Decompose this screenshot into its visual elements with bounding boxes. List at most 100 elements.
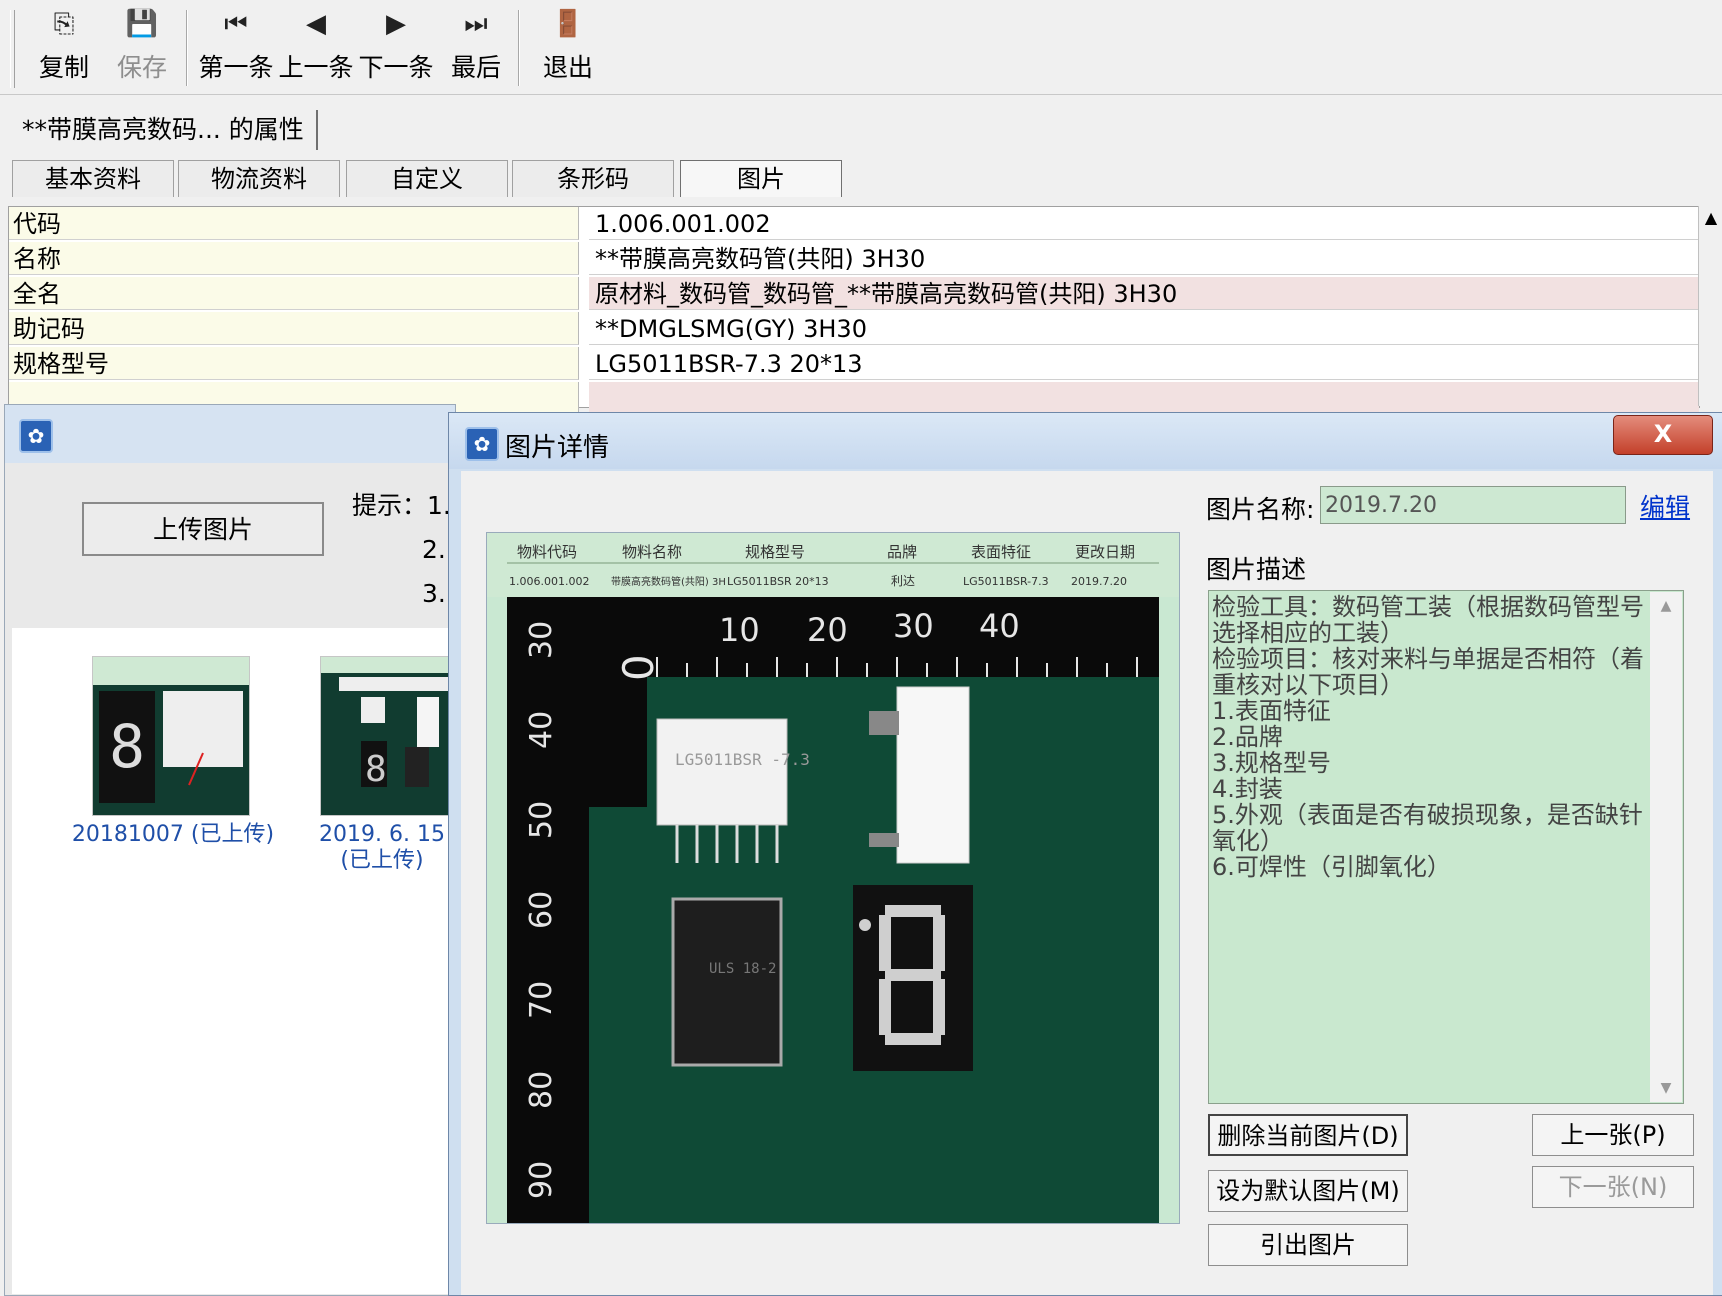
upload-picture-button[interactable]: 上传图片 bbox=[82, 502, 324, 556]
last-record-button[interactable]: ⏭ 最后 bbox=[446, 6, 506, 88]
property-key: 全名 bbox=[9, 277, 579, 310]
first-icon: ⏮ bbox=[224, 9, 248, 39]
photo-header: 更改日期 bbox=[1075, 543, 1135, 561]
toolbar-separator bbox=[186, 10, 188, 86]
thumbnail-photo: 8 bbox=[321, 657, 455, 790]
photo-header: 规格型号 bbox=[745, 543, 805, 561]
edit-link[interactable]: 编辑 bbox=[1640, 488, 1690, 524]
grid-scrollbar[interactable]: ▲ bbox=[1698, 206, 1722, 406]
ruler-label: 70 bbox=[524, 981, 559, 1019]
picture-name-field[interactable]: 2019.7.20 bbox=[1320, 486, 1626, 524]
prev-picture-button[interactable]: 上一张(P) bbox=[1532, 1114, 1694, 1156]
preview-photo: 物料代码 物料名称 规格型号 品牌 表面特征 更改日期 1.006.001.00… bbox=[487, 533, 1179, 1223]
property-value[interactable]: 原材料_数码管_数码管_**带膜高亮数码管(共阳) 3H30 bbox=[589, 277, 1699, 310]
exit-label: 退出 bbox=[542, 53, 593, 82]
set-default-picture-button[interactable]: 设为默认图片(M) bbox=[1208, 1170, 1408, 1212]
save-label: 保存 bbox=[116, 53, 167, 82]
ruler-label: 30 bbox=[893, 607, 934, 645]
prev-icon: ◀ bbox=[306, 9, 326, 39]
property-row[interactable]: 名称 **带膜高亮数码管(共阳) 3H30 bbox=[9, 242, 1699, 276]
scroll-up-arrow-icon[interactable]: ▲ bbox=[1699, 206, 1722, 230]
hint-line: 3. bbox=[422, 579, 446, 608]
last-label: 最后 bbox=[450, 53, 501, 82]
save-icon: 💾 bbox=[125, 9, 159, 39]
hint-line: 2. bbox=[422, 535, 446, 564]
ruler-label: 40 bbox=[979, 607, 1020, 645]
property-key: 代码 bbox=[9, 207, 579, 240]
photo-value: 带膜高亮数码管(共阳) 3H bbox=[611, 575, 726, 588]
picture-preview[interactable]: 物料代码 物料名称 规格型号 品牌 表面特征 更改日期 1.006.001.00… bbox=[486, 532, 1180, 1224]
picture-name-label: 图片名称: bbox=[1206, 495, 1315, 524]
next-picture-button[interactable]: 下一张(N) bbox=[1532, 1166, 1694, 1208]
property-value[interactable] bbox=[589, 382, 1699, 415]
photo-header: 物料代码 bbox=[517, 543, 577, 561]
property-value[interactable]: **带膜高亮数码管(共阳) 3H30 bbox=[589, 242, 1699, 275]
hint-text: 提示：1. 2. 3. bbox=[352, 484, 451, 616]
app-icon: ✿ bbox=[465, 427, 499, 461]
tab-basic[interactable]: 基本资料 bbox=[12, 160, 174, 197]
prev-label: 上一条 bbox=[278, 53, 354, 82]
ruler-label: 40 bbox=[524, 711, 559, 749]
photo-value: LG5011BSR-7.3 bbox=[963, 575, 1049, 588]
property-row[interactable]: 助记码 **DMGLSMG(GY) 3H30 bbox=[9, 312, 1699, 346]
ruler-label: 10 bbox=[719, 611, 760, 649]
ruler-label: 60 bbox=[524, 891, 559, 929]
tab-logistics[interactable]: 物流资料 bbox=[178, 160, 340, 197]
exit-button[interactable]: 🚪 退出 bbox=[538, 6, 598, 88]
exit-door-icon: 🚪 bbox=[551, 9, 585, 39]
property-key: 规格型号 bbox=[9, 347, 579, 380]
tab-custom[interactable]: 自定义 bbox=[346, 160, 508, 197]
property-row[interactable]: 规格型号 LG5011BSR-7.3 20*13 bbox=[9, 347, 1699, 381]
picture-description-text[interactable]: 检验工具：数码管工装（根据数码管型号选择相应的工装） 检验项目：核对来料与单据是… bbox=[1212, 594, 1662, 880]
thumbnail-caption[interactable]: 2019. 6. 15 (已上传) bbox=[310, 822, 454, 874]
copy-icon: ⎘ bbox=[53, 9, 75, 39]
property-value[interactable]: **DMGLSMG(GY) 3H30 bbox=[589, 312, 1699, 345]
photo-header: 表面特征 bbox=[971, 543, 1031, 561]
ruler-label: 30 bbox=[524, 621, 559, 659]
next-icon: ▶ bbox=[386, 9, 406, 39]
photo-value: 1.006.001.002 bbox=[509, 575, 589, 588]
chip2-label: ULS 18-2 bbox=[709, 961, 776, 977]
scroll-down-arrow-icon[interactable]: ▼ bbox=[1650, 1080, 1682, 1096]
property-value[interactable]: LG5011BSR-7.3 20*13 bbox=[589, 347, 1699, 380]
next-label: 下一条 bbox=[358, 53, 434, 82]
export-picture-button[interactable]: 引出图片 bbox=[1208, 1224, 1408, 1266]
property-grid: 代码 1.006.001.002 名称 **带膜高亮数码管(共阳) 3H30 全… bbox=[8, 206, 1700, 415]
svg-text:8: 8 bbox=[365, 749, 387, 790]
thumbnail-image[interactable]: 8 bbox=[320, 656, 456, 816]
thumbnail-caption[interactable]: 20181007 (已上传) bbox=[68, 822, 278, 848]
ruler-label: 20 bbox=[807, 611, 848, 649]
scroll-up-arrow-icon[interactable]: ▲ bbox=[1650, 598, 1682, 614]
delete-picture-button[interactable]: 删除当前图片(D) bbox=[1208, 1114, 1408, 1156]
ruler-label: 80 bbox=[524, 1071, 559, 1109]
app-icon: ✿ bbox=[19, 419, 53, 453]
property-row[interactable]: 代码 1.006.001.002 bbox=[9, 207, 1699, 241]
photo-header: 品牌 bbox=[887, 543, 917, 561]
prev-record-button[interactable]: ◀ 上一条 bbox=[276, 6, 356, 88]
description-scrollbar[interactable]: ▲ ▼ bbox=[1650, 592, 1682, 1102]
photo-header: 物料名称 bbox=[622, 543, 682, 561]
tab-picture[interactable]: 图片 bbox=[680, 160, 842, 197]
property-value[interactable]: 1.006.001.002 bbox=[589, 207, 1699, 240]
copy-button[interactable]: ⎘ 复制 bbox=[34, 6, 94, 88]
save-button[interactable]: 💾 保存 bbox=[112, 6, 172, 88]
hint-line: 提示：1. bbox=[352, 491, 451, 520]
close-button[interactable]: X bbox=[1613, 415, 1713, 455]
properties-title: **带膜高亮数码... 的属性 bbox=[10, 110, 318, 150]
thumbnail-image[interactable]: 8 bbox=[92, 656, 250, 816]
property-row[interactable]: 全名 原材料_数码管_数码管_**带膜高亮数码管(共阳) 3H30 bbox=[9, 277, 1699, 311]
dialog-title: 图片详情 bbox=[505, 433, 610, 463]
ruler-label: 0 bbox=[614, 654, 663, 681]
tab-barcode[interactable]: 条形码 bbox=[512, 160, 674, 197]
svg-text:8: 8 bbox=[109, 712, 145, 782]
photo-value: 2019.7.20 bbox=[1071, 575, 1127, 588]
photo-value: LG5011BSR 20*13 bbox=[727, 575, 829, 588]
dialog-titlebar[interactable]: ✿ bbox=[5, 405, 455, 463]
dialog-titlebar[interactable]: ✿ 图片详情 X bbox=[449, 413, 1722, 469]
copy-label: 复制 bbox=[38, 53, 89, 82]
ruler-label: 90 bbox=[524, 1161, 559, 1199]
toolbar: ⎘ 复制 💾 保存 ⏮ 第一条 ◀ 上一条 ▶ 下一条 ⏭ 最后 🚪 退出 bbox=[0, 0, 1722, 95]
next-record-button[interactable]: ▶ 下一条 bbox=[356, 6, 436, 88]
toolbar-grip[interactable] bbox=[10, 10, 15, 88]
first-record-button[interactable]: ⏮ 第一条 bbox=[196, 6, 276, 88]
